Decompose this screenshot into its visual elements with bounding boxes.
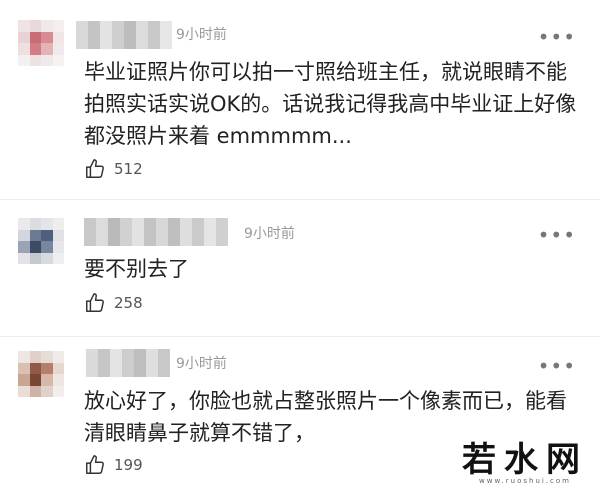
watermark-url: www.ruoshui.com	[479, 477, 571, 485]
comment-text: 毕业证照片你可以拍一寸照给班主任，就说眼睛不能拍照实话实说OK的。话说我记得我高…	[84, 60, 577, 148]
username-blurred[interactable]	[86, 349, 170, 377]
more-icon[interactable]: •••	[538, 356, 576, 376]
avatar[interactable]	[18, 351, 64, 397]
username-blurred[interactable]	[84, 218, 228, 246]
thumbs-up-icon	[86, 159, 104, 178]
like-count: 258	[114, 294, 143, 312]
watermark-text: 若水网	[462, 440, 588, 480]
more-icon[interactable]: •••	[538, 225, 576, 245]
like-count: 199	[114, 456, 143, 474]
more-icon[interactable]: •••	[538, 27, 576, 47]
comment-feed: 9小时前 ••• 毕业证照片你可以拍一寸照给班主任，就说眼睛不能拍照实话实说OK…	[0, 0, 600, 491]
thumbs-up-icon	[86, 455, 104, 474]
like-button[interactable]: 258	[84, 292, 143, 314]
comment-text: 要不别去了	[84, 257, 189, 281]
comment-time: 9小时前	[176, 356, 227, 372]
comment-time: 9小时前	[244, 226, 295, 242]
username-blurred[interactable]	[76, 21, 172, 49]
like-button[interactable]: 512	[84, 158, 143, 180]
like-button[interactable]: 199	[84, 454, 143, 476]
watermark-logo: 若水网 www.ruoshui.com	[462, 441, 588, 485]
like-count: 512	[114, 160, 143, 178]
comment-item: 9小时前 ••• 毕业证照片你可以拍一寸照给班主任，就说眼睛不能拍照实话实说OK…	[0, 0, 600, 200]
avatar[interactable]	[18, 20, 64, 66]
comment-item: 9小时前 ••• 要不别去了 258	[0, 200, 600, 335]
thumbs-up-icon	[86, 293, 104, 312]
comment-time: 9小时前	[176, 27, 227, 43]
avatar[interactable]	[18, 218, 64, 264]
